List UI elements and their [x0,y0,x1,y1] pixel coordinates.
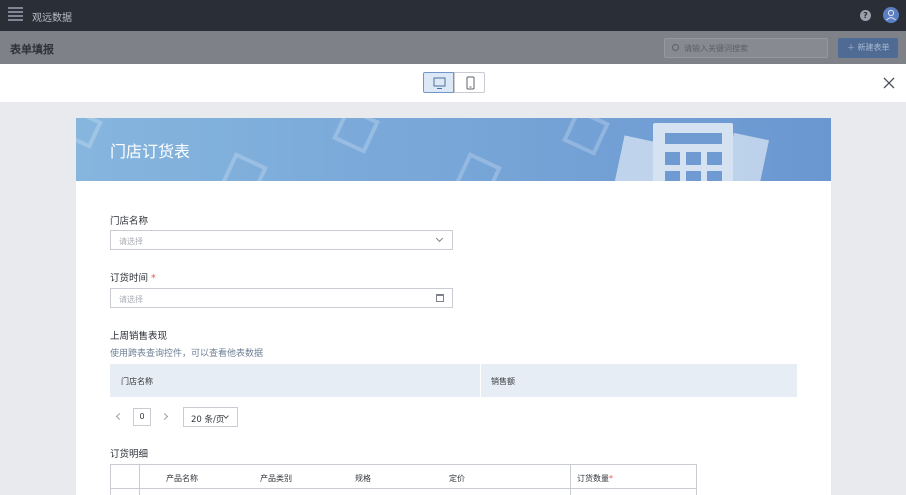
form-banner: 门店订货表 [76,118,831,181]
sales-section-label: 上周销售表现 [110,331,168,342]
top-app-bar: 观远数据 ? [0,0,906,31]
column-header-spec: 规格 [355,474,371,483]
chevron-down-icon [435,234,444,243]
new-form-button-label: 新建表单 [857,43,890,52]
close-icon[interactable] [882,76,896,90]
order-time-picker[interactable]: 请选择 [110,288,453,308]
order-time-label-text: 订货时间 [110,273,149,284]
calculator-illustration [653,123,733,181]
help-icon[interactable]: ? [860,10,871,21]
banner-decoration [220,152,268,181]
search-placeholder: 请输入关键词搜索 [684,44,748,53]
calendar-icon [436,294,444,302]
detail-section-label: 订货明细 [110,449,149,460]
column-header-product-name: 产品名称 [166,474,198,483]
mobile-icon [466,76,475,90]
order-time-placeholder: 请选择 [119,295,143,304]
store-name-label: 门店名称 [110,216,149,227]
column-header-order-qty: 订货数量* [577,473,613,484]
mobile-view-button[interactable] [454,72,485,93]
user-avatar-icon[interactable] [883,7,899,23]
page-size-value: 20 条/页 [191,415,225,425]
search-input[interactable]: 请输入关键词搜索 [664,38,828,58]
order-time-label: 订货时间 * [110,270,156,284]
order-detail-table: 产品名称 产品类别 规格 定价 订货数量* [110,464,697,495]
pager-next-icon[interactable] [160,412,169,421]
pager-prev-icon[interactable] [115,412,124,421]
column-header-sales: 销售额 [491,377,515,386]
store-name-select[interactable]: 请选择 [110,230,453,250]
app-name: 观远数据 [32,13,72,24]
column-header-price: 定价 [449,474,465,483]
sales-table-header: 门店名称 销售额 [110,364,797,397]
new-form-button[interactable]: ＋ 新建表单 [838,38,898,58]
column-header-store-name: 门店名称 [121,377,153,386]
required-mark: * [151,273,156,284]
store-name-placeholder: 请选择 [119,237,143,246]
preview-toolbar [0,64,906,102]
required-mark: * [609,474,613,483]
desktop-view-button[interactable] [423,72,454,93]
column-header-product-category: 产品类别 [260,474,292,483]
order-qty-label: 订货数量 [577,474,609,483]
sales-section-hint: 使用跨表查询控件，可以查看他表数据 [110,349,264,359]
page-size-select[interactable]: 20 条/页 [183,407,238,427]
form-title: 门店订货表 [110,142,191,161]
page-title: 表单填报 [10,43,54,56]
banner-decoration [454,152,502,181]
banner-decoration [332,118,380,154]
form-sheet: 门店订货表 门店名称 请选择 订货时间 * 请选择 上周销售表现 使用跨表查询控件… [76,118,831,495]
page-header: 表单填报 请输入关键词搜索 ＋ 新建表单 [0,31,906,64]
desktop-icon [433,77,446,89]
banner-decoration [562,118,610,156]
menu-logo-icon[interactable] [8,7,23,23]
pager-current-page[interactable]: 0 [133,408,151,426]
banner-decoration [76,118,103,149]
search-icon [672,44,679,51]
